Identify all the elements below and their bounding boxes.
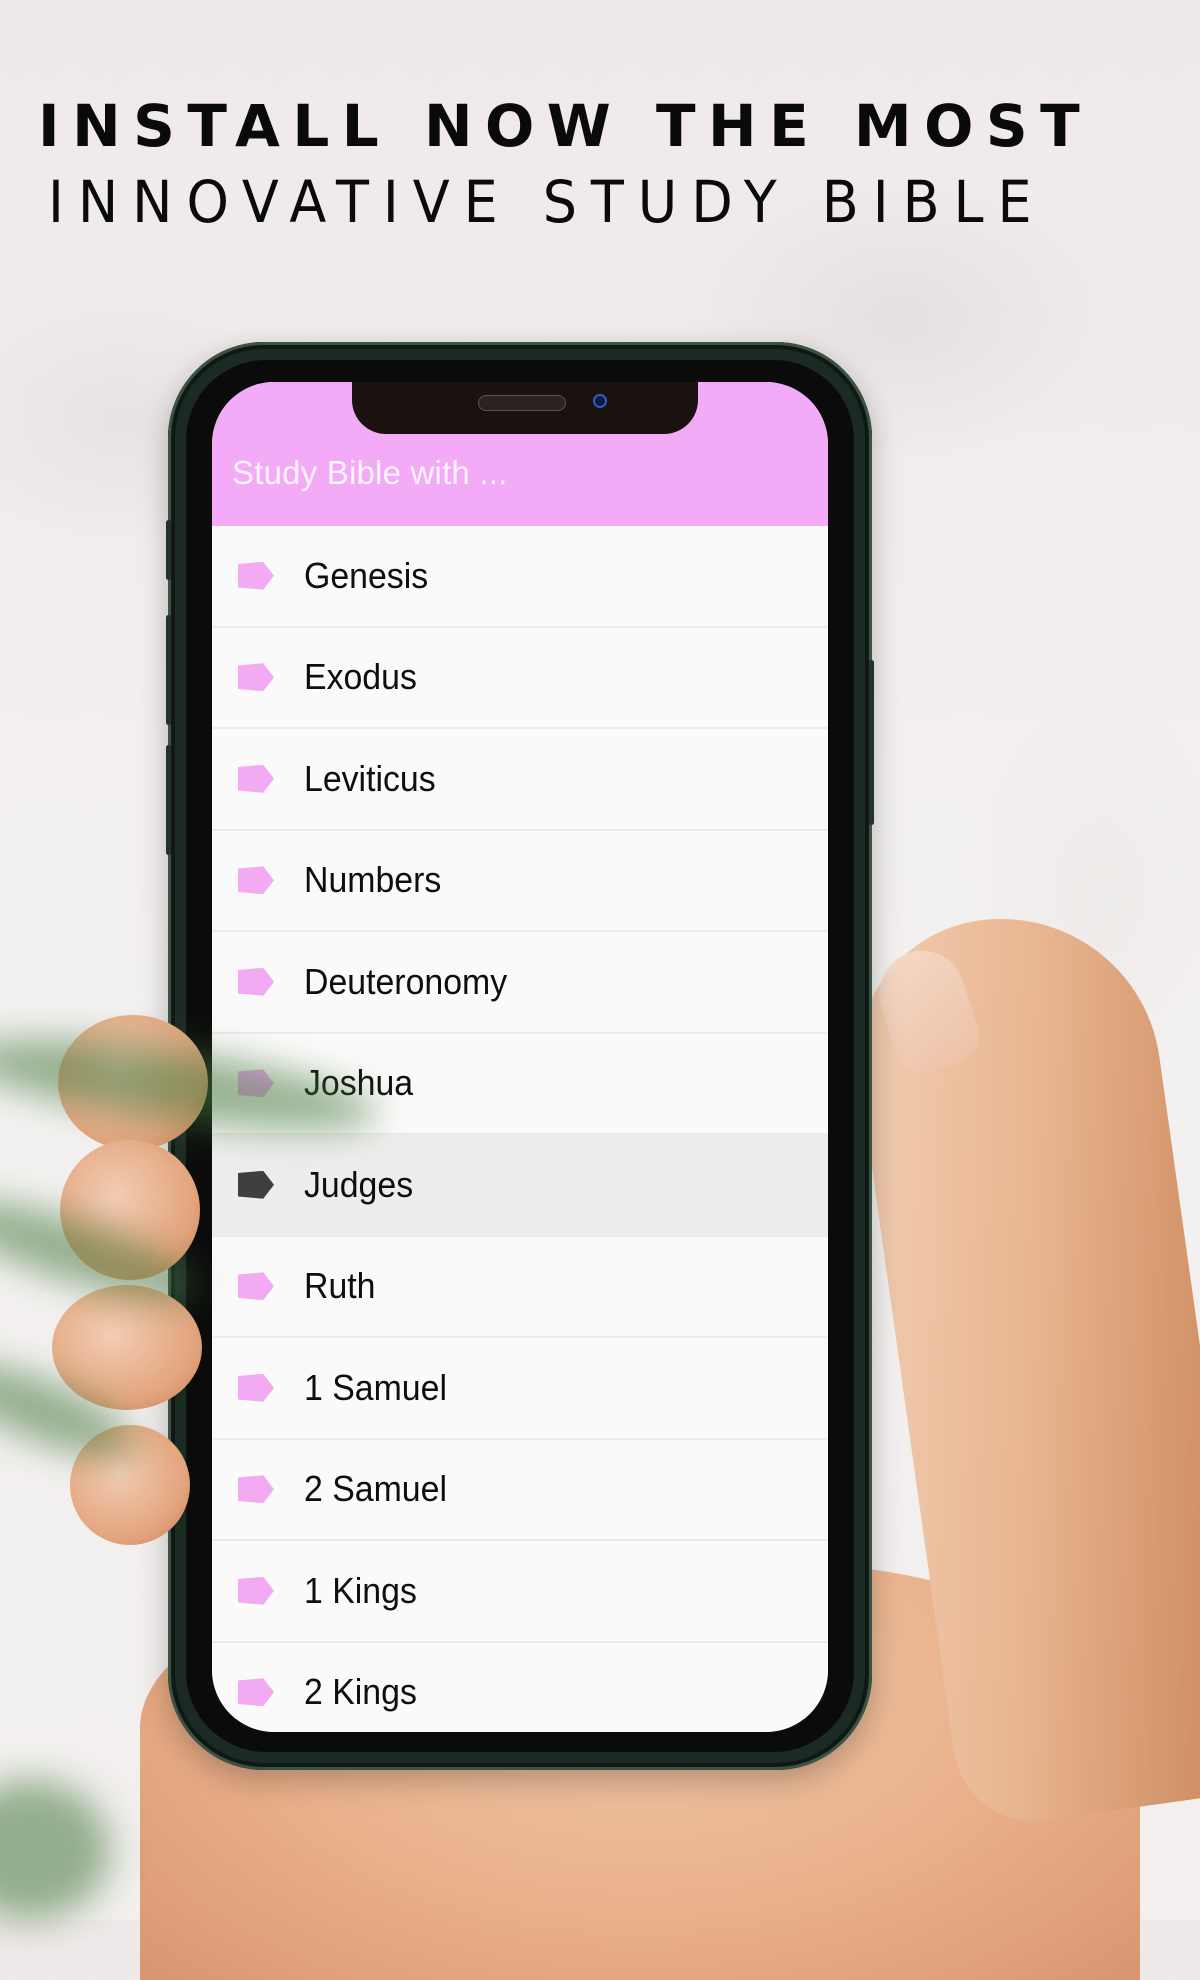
tag-icon	[238, 1272, 274, 1301]
phone-power-button	[869, 660, 874, 825]
earpiece-speaker	[478, 395, 566, 411]
book-label: 1 Samuel	[304, 1366, 447, 1408]
book-label: 2 Samuel	[304, 1468, 447, 1510]
app-screen: Study Bible with ... Genesis Exodus Leviti…	[212, 382, 828, 1732]
book-list-item[interactable]: Genesis	[212, 526, 828, 628]
tag-icon	[238, 1576, 274, 1605]
book-label: Exodus	[304, 656, 417, 698]
front-camera	[593, 394, 607, 408]
book-list-item[interactable]: 2 Kings	[212, 1642, 828, 1732]
finger-3	[52, 1285, 202, 1410]
book-label: Genesis	[304, 554, 429, 596]
tag-icon	[238, 1373, 274, 1402]
promo-headline-light: INNOVATIVE STUDY BIBLE	[48, 168, 1046, 236]
book-label: 2 Kings	[304, 1671, 417, 1713]
book-list-item[interactable]: 1 Kings	[212, 1541, 828, 1643]
tag-icon	[238, 866, 274, 895]
phone-volume-up	[166, 615, 171, 725]
tag-icon	[238, 1475, 274, 1504]
tag-icon	[238, 1678, 274, 1707]
book-label: Deuteronomy	[304, 960, 508, 1002]
book-label: Leviticus	[304, 757, 436, 799]
book-list-item[interactable]: Ruth	[212, 1236, 828, 1338]
phone-volume-down	[166, 745, 171, 855]
book-label: Ruth	[304, 1265, 376, 1307]
promo-headline-bold: INSTALL NOW THE MOST	[38, 92, 1093, 160]
tag-icon	[238, 1170, 274, 1199]
book-list-item[interactable]: Leviticus	[212, 729, 828, 831]
book-label: 1 Kings	[304, 1569, 417, 1611]
tag-icon	[238, 561, 274, 590]
book-list-item[interactable]: Judges	[212, 1135, 828, 1237]
book-list-item[interactable]: 1 Samuel	[212, 1338, 828, 1440]
phone-mute-switch	[166, 520, 171, 580]
tag-icon	[238, 663, 274, 692]
book-label: Judges	[304, 1163, 414, 1205]
tag-icon	[238, 967, 274, 996]
book-list-item[interactable]: Deuteronomy	[212, 932, 828, 1034]
book-label: Numbers	[304, 859, 442, 901]
book-list-item[interactable]: Numbers	[212, 830, 828, 932]
tag-icon	[238, 764, 274, 793]
book-list-item[interactable]: Exodus	[212, 627, 828, 729]
app-title: Study Bible with ...	[232, 454, 508, 491]
book-list-item[interactable]: 2 Samuel	[212, 1439, 828, 1541]
